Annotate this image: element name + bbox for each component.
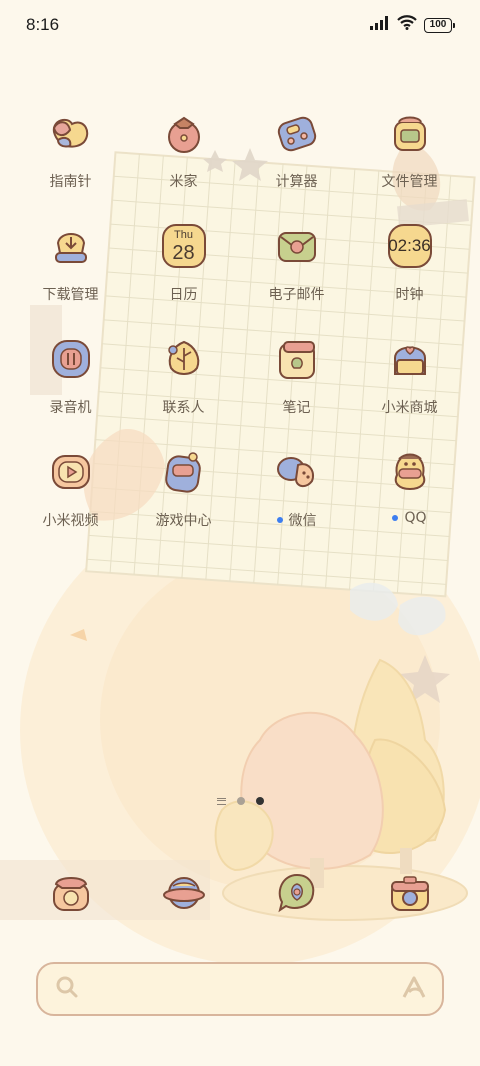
app-email[interactable]: 电子邮件 <box>240 221 353 334</box>
dock <box>14 868 466 918</box>
video-icon[interactable] <box>46 447 96 497</box>
app-label: 微信 <box>276 510 317 530</box>
app-grid: 指南针 米家 计算器 文件管理 下载管理 Thu 28 日历 电子邮件 02:3… <box>14 108 466 560</box>
app-label: 文件管理 <box>381 174 438 190</box>
app-label-text: 微信 <box>288 513 317 529</box>
phone-icon[interactable] <box>46 868 96 918</box>
app-label: 指南针 <box>49 174 92 190</box>
app-label-text: QQ <box>404 510 427 526</box>
app-game-center[interactable]: 游戏中心 <box>127 447 240 560</box>
compass-icon[interactable] <box>46 108 96 158</box>
status-bar: 8:16 100 <box>0 0 480 50</box>
app-file-manager[interactable]: 文件管理 <box>353 108 466 221</box>
status-time: 8:16 <box>26 15 60 34</box>
page-indicator[interactable] <box>0 797 480 805</box>
app-contacts[interactable]: 联系人 <box>127 334 240 447</box>
notes-icon[interactable] <box>272 334 322 384</box>
wifi-icon <box>397 15 417 35</box>
calendar-day: Thu <box>174 228 193 241</box>
app-mi-store[interactable]: 小米商城 <box>353 334 466 447</box>
calendar-icon[interactable]: Thu 28 <box>159 221 209 271</box>
app-label: 联系人 <box>162 400 205 416</box>
page-dot-1[interactable] <box>236 797 245 805</box>
wechat-icon[interactable] <box>272 447 322 497</box>
folder-icon[interactable] <box>385 108 435 158</box>
search-icon[interactable] <box>54 974 80 1005</box>
download-icon[interactable] <box>46 221 96 271</box>
app-recorder[interactable]: 录音机 <box>14 334 127 447</box>
clock-icon[interactable]: 02:36 <box>385 221 435 271</box>
app-label: 日历 <box>169 287 198 303</box>
assistant-icon[interactable] <box>400 974 428 1005</box>
app-mi-home[interactable]: 米家 <box>127 108 240 221</box>
status-icons: 100 <box>370 15 455 35</box>
battery-icon: 100 <box>424 17 455 33</box>
mi-store-icon[interactable] <box>385 334 435 384</box>
persimmon-icon[interactable] <box>159 108 209 158</box>
app-label: 录音机 <box>49 400 92 416</box>
new-badge-dot <box>276 517 283 523</box>
app-calculator[interactable]: 计算器 <box>240 108 353 221</box>
signal-icon <box>370 15 390 35</box>
clock-time: 02:36 <box>388 236 431 255</box>
battery-level: 100 <box>429 19 447 30</box>
app-wechat[interactable]: 微信 <box>240 447 353 560</box>
search-bar[interactable] <box>36 962 444 1016</box>
app-label: 游戏中心 <box>155 513 212 529</box>
app-qq[interactable]: QQ <box>353 447 466 560</box>
game-center-icon[interactable] <box>159 447 209 497</box>
app-drawer-indicator-icon[interactable] <box>216 797 226 805</box>
app-label: 笔记 <box>282 400 311 416</box>
browser-icon[interactable] <box>159 868 209 918</box>
app-clock[interactable]: 02:36 时钟 <box>353 221 466 334</box>
app-downloads[interactable]: 下载管理 <box>14 221 127 334</box>
calculator-icon[interactable] <box>272 108 322 158</box>
qq-icon[interactable] <box>385 447 435 497</box>
email-icon[interactable] <box>272 221 322 271</box>
app-label: 米家 <box>169 174 198 190</box>
app-calendar[interactable]: Thu 28 日历 <box>127 221 240 334</box>
page-dot-2[interactable] <box>255 797 264 805</box>
app-label: 小米商城 <box>381 400 438 416</box>
camera-icon[interactable] <box>385 868 435 918</box>
app-notes[interactable]: 笔记 <box>240 334 353 447</box>
recorder-icon[interactable] <box>46 334 96 384</box>
app-label: 时钟 <box>395 287 424 303</box>
app-label: 小米视频 <box>42 513 99 529</box>
app-compass[interactable]: 指南针 <box>14 108 127 221</box>
contacts-icon[interactable] <box>159 334 209 384</box>
calendar-date: 28 <box>172 241 195 264</box>
messages-icon[interactable] <box>272 868 322 918</box>
app-label: 下载管理 <box>42 287 99 303</box>
new-badge-dot <box>392 515 399 521</box>
app-label: 电子邮件 <box>268 287 325 303</box>
app-label: 计算器 <box>275 174 318 190</box>
app-label: QQ <box>392 510 427 526</box>
app-mi-video[interactable]: 小米视频 <box>14 447 127 560</box>
